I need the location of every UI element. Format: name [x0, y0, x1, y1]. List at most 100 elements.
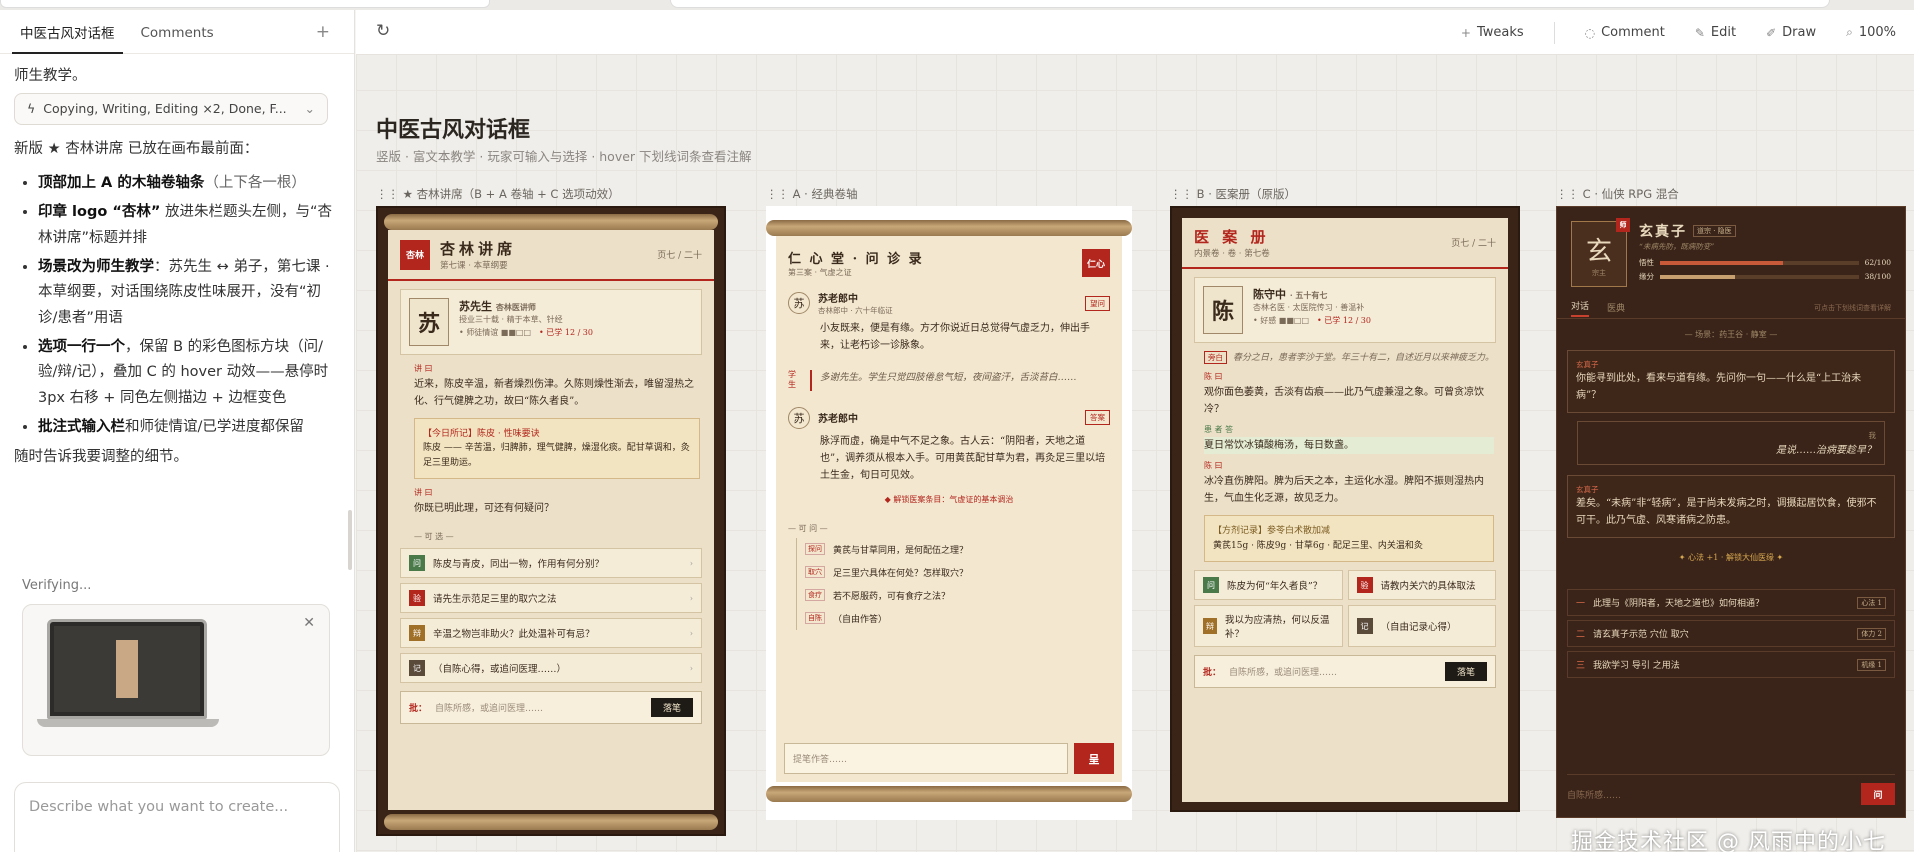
option-item[interactable]: 记 （自陈心得，或追问医理……） › [400, 653, 702, 684]
reload-icon[interactable]: ↻ [376, 21, 390, 41]
player-label: 我 [1868, 431, 1877, 440]
options-grid: 问陈皮为何“年久者良”？ 验请教内关穴的具体取法 辩我以为应清热，何以反温补？ … [1194, 570, 1496, 648]
artboard-case-book[interactable]: 医 案 册 内景卷 · 卷 · 第七卷 页七 / 二十 陈 陈守中 · 五十有七… [1170, 206, 1520, 812]
avatar: 陈 [1203, 286, 1243, 334]
tab-codex[interactable]: 医典 [1607, 301, 1625, 314]
artboard-label[interactable]: ⋮⋮ C · 仙侠 RPG 混合 [1556, 186, 1679, 202]
option-text: 足三里穴具体在何处？怎样取穴？ [833, 568, 969, 579]
list-item-bold: 选项一行一个 [38, 339, 125, 355]
notebook-box: 【今日所记】陈皮 · 性味要诀 陈皮 —— 辛苦温，归脾肺，理气健脾，燥湿化痰。… [414, 418, 700, 480]
rpg-options: 一此理与《阴阳者，天地之道也》如何相通？ 心法 1 二请玄真子示范 穴位 取穴 体力… [1567, 589, 1895, 678]
artboard-label[interactable]: ⋮⋮ A · 经典卷轴 [766, 186, 858, 202]
speech-text: 冰冷直伤脾阳。脾为后天之本，主运化水湿。脾阳不振则湿热内生，气血生化乏源，故见乏… [1204, 476, 1484, 505]
speaker-row: 苏 苏老郎中 答案 [788, 406, 1110, 429]
option-text: 黄芪与甘草同用，是何配伍之理？ [833, 545, 969, 556]
edit-label: Edit [1710, 25, 1737, 40]
speaker-name-text: 陈守中 [1253, 288, 1286, 301]
option-item[interactable]: 辩辛温之物岂非助火？此处温补可有忌？ › [400, 618, 702, 649]
stat-value: 62/100 [1864, 258, 1891, 267]
option-item[interactable]: 食疗 若不愿服药，可有食疗之法？ [797, 584, 1110, 607]
options-heading: — 可 问 — [788, 523, 828, 533]
laptop-base [37, 719, 219, 727]
stat-label: 悟性 [1639, 258, 1654, 267]
submit-button[interactable]: 落笔 [650, 698, 693, 718]
artboard-xianxia-rpg[interactable]: 玄 宗主 师 玄真子 道宗 · 隐医 “未病先防，既病防变” 悟性 62/100… [1556, 206, 1906, 818]
add-tab-icon[interactable]: + [316, 22, 330, 42]
draw-button[interactable]: ✐ Draw [1766, 25, 1816, 40]
character-name-row: 玄真子 道宗 · 隐医 [1639, 221, 1891, 241]
tab-dialogue[interactable]: 对话 [1571, 299, 1590, 317]
annotation-input[interactable]: 批： 自陈所感，或追问医理…… 落笔 [1194, 655, 1496, 689]
artboard-label-text: ★ 杏林讲席（B + A 卷轴 + C 选项动效） [402, 187, 620, 201]
dialog-title: 杏林讲席 [440, 240, 517, 258]
artboard-label[interactable]: ⋮⋮ B · 医案册（原版） [1170, 186, 1296, 202]
option-item[interactable]: 取穴 足三里穴具体在何处？怎样取穴？ [797, 561, 1110, 584]
answer-input[interactable]: 提笔作答…… [784, 743, 1068, 774]
speech-text: 你既已明此理，可还有何疑问？ [414, 503, 554, 515]
speaker-info: 苏老郎中 杏林郎中 · 六十年临证 [818, 290, 893, 316]
sidebar-scrollbar[interactable] [348, 510, 352, 570]
list-item: 批注式输入栏和师徒情谊/已学进度都保留 [38, 415, 340, 440]
speech-text: 近来，陈皮辛温，新者燥烈伤津。久陈则燥性渐去，唯留湿热之化、行气健脾之功，故曰“… [414, 379, 694, 407]
artboard-classic-scroll[interactable]: 仁 心 堂 · 问 诊 录 第三案 · 气虚之证 仁心 苏 苏老郎中 杏林郎中 ·… [766, 206, 1132, 820]
artboard-label[interactable]: ⋮⋮ ★ 杏林讲席（B + A 卷轴 + C 选项动效） [376, 186, 620, 202]
tool-use-summary[interactable]: ϟ Copying, Writing, Editing ×2, Done, F.… [14, 93, 328, 126]
edit-button[interactable]: ✎ Edit [1695, 25, 1736, 40]
comment-button[interactable]: ◌ Comment [1585, 25, 1665, 40]
rpg-input[interactable]: 自陈所感…… [1567, 788, 1853, 801]
option-item[interactable]: 问陈皮与青皮，同出一物，作用有何分别？ › [400, 548, 702, 579]
avatar: 苏 [788, 406, 810, 429]
speaker-stats: • 好感 ■■□□ • 已学 12 / 30 [1253, 315, 1371, 328]
submit-button[interactable]: 呈 [1074, 743, 1114, 774]
list-item-text: 和师徒情谊/已学进度都保留 [125, 419, 304, 436]
left-address-bar[interactable] [0, 0, 490, 8]
option-tag: 体力 2 [1857, 627, 1886, 640]
option-item[interactable]: 记 （自由记录心得） [1347, 605, 1496, 648]
scene-location: — 场景：药王谷 · 静室 — [1684, 330, 1778, 339]
character-name: 玄真子 [1639, 224, 1687, 240]
draw-label: Draw [1782, 25, 1817, 40]
address-bar[interactable] [670, 0, 1830, 8]
option-item[interactable]: 二请玄真子示范 穴位 取穴 体力 2 [1567, 620, 1895, 647]
option-item[interactable]: 三我欲学习 导引 之用法 机缘 1 [1567, 651, 1895, 678]
note-text: 陈皮 —— 辛苦温，归脾肺，理气健脾，燥湿化痰。配甘草调和，灸足三里助运。 [423, 443, 690, 468]
option-item[interactable]: 一此理与《阴阳者，天地之道也》如何相通？ 心法 1 [1567, 589, 1895, 616]
character-header: 玄 宗主 师 玄真子 道宗 · 隐医 “未病先防，既病防变” 悟性 62/100… [1557, 207, 1905, 297]
chat-lead: 新版 ★ 杏林讲席 已放在画布最前面： [14, 141, 259, 158]
page-subtitle: 竖版 · 富文本教学 · 玩家可输入与选择 · hover 下划线词条查看注解 [376, 149, 752, 164]
scroll-rod-bottom [384, 814, 718, 830]
prompt-input[interactable]: Describe what you want to create... [14, 782, 340, 852]
tweaks-button[interactable]: + Tweaks [1461, 25, 1524, 40]
speech-label: 陈 曰 [1204, 461, 1223, 471]
zoom-button[interactable]: ⌕ 100% [1846, 25, 1896, 40]
zoom-icon: ⌕ [1846, 25, 1853, 39]
input-placeholder: 自陈所感，或追问医理…… [1229, 668, 1338, 679]
prescription-box: 【方剂记录】参苓白术散加减 黄芪15g · 陈皮9g · 甘草6g · 配足三里… [1204, 515, 1494, 563]
submit-button[interactable]: 问 [1861, 783, 1895, 805]
list-item: 场景改为师生教学：苏先生 ↔ 弟子，第七课 · 本草纲要，对话围绕陈皮性味展开，… [38, 255, 340, 331]
tab-design[interactable]: 中医古风对话框 [12, 10, 123, 54]
option-item[interactable]: 自陈 （自由作答） [797, 607, 1110, 630]
tab-comments[interactable]: Comments [133, 13, 222, 51]
submit-button[interactable]: 落笔 [1444, 662, 1487, 682]
annotation-input[interactable]: 批： 自陈所感，或追问医理…… 落笔 [400, 691, 702, 725]
case-paper: 医 案 册 内景卷 · 卷 · 第七卷 页七 / 二十 陈 陈守中 · 五十有七… [1182, 218, 1508, 802]
option-item[interactable]: 验请教内关穴的具体取法 [1347, 570, 1496, 601]
header-titles: 医 案 册 内景卷 · 卷 · 第七卷 [1194, 226, 1270, 259]
verification-thumbnail[interactable]: ✕ [22, 604, 330, 756]
close-icon[interactable]: ✕ [303, 615, 315, 631]
comment-label: Comment [1601, 25, 1665, 40]
speech-text: 小友既来，便是有缘。方才你说近日总觉得气虚乏力，伸出手来，让老朽诊一诊脉象。 [820, 323, 1090, 351]
option-key: 食疗 [805, 589, 825, 602]
stat-bond: • 师徒情谊 ■■□□ [459, 327, 532, 337]
plus-icon: + [1460, 25, 1471, 40]
option-item[interactable]: 辩我以为应清热，何以反温补？ [1194, 605, 1343, 648]
npc-name: 玄真子 [1576, 360, 1599, 369]
option-item[interactable]: 验请先生示范足三里的取穴之法 › [400, 583, 702, 614]
dialog-header: 医 案 册 内景卷 · 卷 · 第七卷 页七 / 二十 [1182, 218, 1508, 269]
artboard-xinglin[interactable]: 杏林 杏林讲席 第七课 · 本草纲要 页七 / 二十 苏 苏先生 杏林医讲师 授… [376, 206, 726, 836]
option-item[interactable]: 问陈皮为何“年久者良”？ [1194, 570, 1343, 601]
option-item[interactable]: 探问 黄芪与甘草同用，是何配伍之理？ [797, 538, 1110, 561]
design-canvas: ↻ + Tweaks ◌ Comment ✎ Edit ✐ Draw ⌕ 100% 中医古… [356, 10, 1914, 852]
avatar-sub: 宗主 [1592, 268, 1606, 277]
